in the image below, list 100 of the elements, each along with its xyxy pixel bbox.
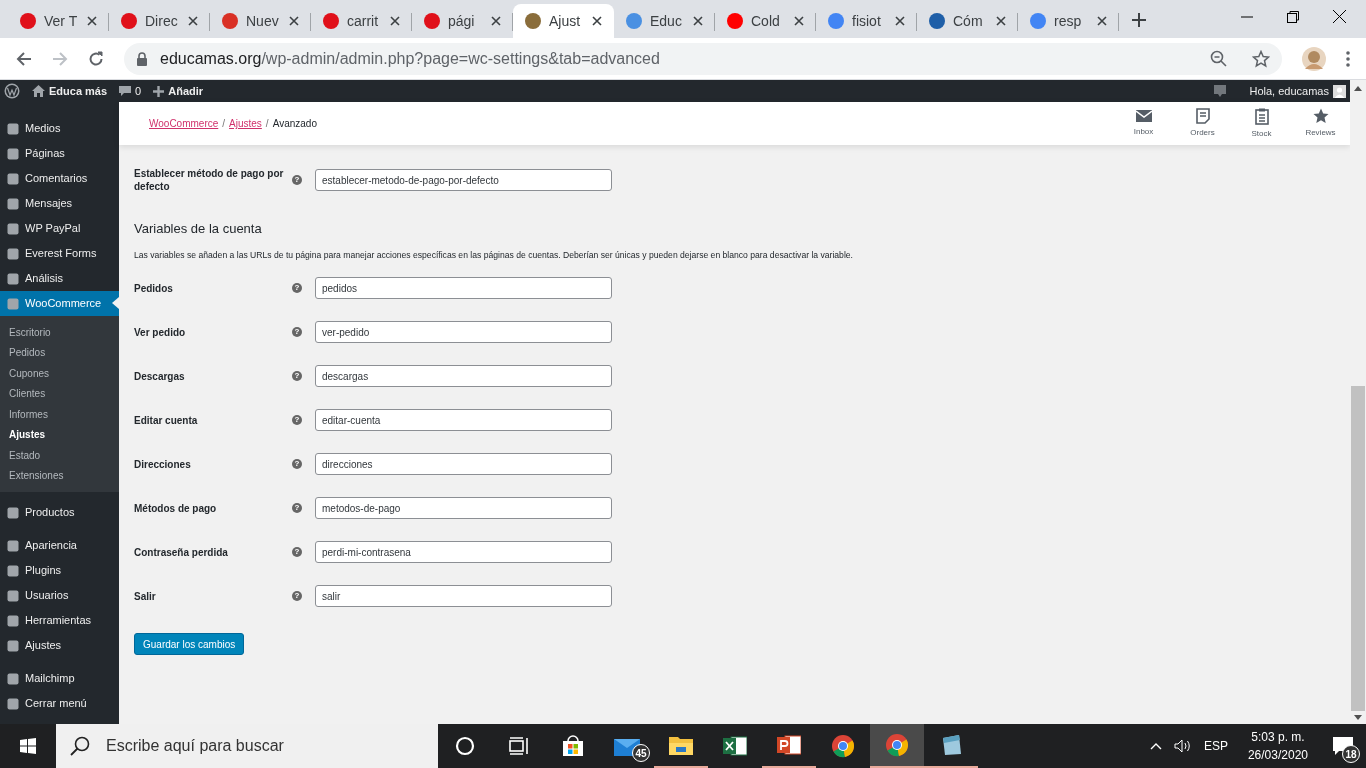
browser-tab[interactable]: Cóm [917, 4, 1018, 38]
header-action[interactable]: Stock [1232, 107, 1291, 140]
sidebar-item[interactable]: Apariencia [0, 533, 119, 558]
back-icon[interactable] [16, 50, 32, 67]
submenu-item[interactable]: Escritorio [0, 322, 119, 343]
store-bag-icon[interactable] [562, 735, 584, 757]
text-field[interactable]: editar-cuenta [315, 409, 612, 432]
browser-tab[interactable]: Cold [715, 4, 816, 38]
sidebar-item[interactable]: Páginas [0, 141, 119, 166]
help-tip[interactable]: ? [292, 415, 302, 426]
sidebar-item[interactable]: Usuarios [0, 583, 119, 608]
browser-tab[interactable]: Direc [109, 4, 210, 38]
close-icon[interactable] [693, 16, 703, 26]
new-tab-icon[interactable] [1131, 12, 1147, 28]
submenu-item[interactable]: Extensiones [0, 465, 119, 486]
browser-tab[interactable]: fisiot [816, 4, 917, 38]
close-icon[interactable] [390, 16, 400, 26]
presentation-icon[interactable] [777, 734, 801, 756]
folder-icon[interactable] [669, 735, 693, 755]
sidebar-item[interactable]: Mensajes [0, 191, 119, 216]
close-icon[interactable] [895, 16, 905, 26]
scroll-up-icon[interactable] [1354, 86, 1362, 91]
restore-icon[interactable] [1287, 10, 1299, 23]
notification-icon[interactable] [1213, 85, 1226, 97]
comments-link[interactable]: 0 [119, 82, 142, 100]
star-icon[interactable] [1252, 49, 1270, 68]
wordpress-logo-icon[interactable] [4, 83, 20, 99]
close-icon[interactable] [289, 16, 299, 26]
speaker-icon[interactable] [1173, 739, 1192, 753]
text-field[interactable]: metodos-de-pago [315, 497, 612, 520]
submenu-item[interactable]: Pedidos [0, 342, 119, 363]
sidebar-item[interactable]: Plugins [0, 558, 119, 583]
new-link[interactable]: Añadir [153, 82, 204, 100]
close-icon[interactable] [1333, 10, 1346, 23]
breadcrumb-link[interactable]: WooCommerce [149, 116, 219, 131]
chrome-icon[interactable] [831, 734, 855, 758]
header-action[interactable]: Inbox [1114, 109, 1173, 138]
address-bar[interactable]: educamas.org/wp-admin/admin.php?page=wc-settings&tab=advanced [124, 42, 1282, 75]
account-link[interactable]: Hola, educamas [1249, 82, 1346, 100]
close-icon[interactable] [794, 16, 804, 26]
close-icon[interactable] [491, 16, 501, 26]
text-field[interactable]: direcciones [315, 453, 612, 476]
text-field[interactable]: descargas [315, 365, 612, 388]
close-icon[interactable] [1097, 16, 1107, 26]
close-icon[interactable] [996, 16, 1006, 26]
submenu-item[interactable]: Clientes [0, 383, 119, 404]
help-tip[interactable]: ? [292, 327, 302, 338]
submenu-item[interactable]: Cupones [0, 363, 119, 384]
text-field[interactable]: perdi-mi-contrasena [315, 541, 612, 564]
more-icon[interactable] [1346, 50, 1350, 67]
browser-tab[interactable]: Ver T [8, 4, 109, 38]
text-field[interactable]: ver-pedido [315, 321, 612, 344]
submenu-item[interactable]: Ajustes [0, 424, 119, 445]
sidebar-item[interactable]: Cerrar menú [0, 691, 119, 716]
start-icon[interactable] [20, 738, 36, 754]
browser-tab[interactable]: Ajust [513, 4, 614, 38]
browser-tab[interactable]: carrit [311, 4, 412, 38]
scrollbar-thumb[interactable] [1351, 386, 1365, 711]
sidebar-item[interactable]: Everest Forms [0, 241, 119, 266]
help-tip[interactable]: ? [292, 547, 302, 558]
close-icon[interactable] [87, 16, 97, 26]
circle-icon[interactable] [455, 736, 475, 756]
browser-tab[interactable]: Nuev [210, 4, 311, 38]
sidebar-item[interactable]: WP PayPal [0, 216, 119, 241]
text-field[interactable]: establecer-metodo-de-pago-por-defecto [315, 169, 612, 191]
site-link[interactable]: Educa más [32, 82, 108, 100]
submenu-item[interactable]: Informes [0, 404, 119, 425]
text-field[interactable]: salir [315, 585, 612, 608]
sidebar-item[interactable]: Medios [0, 116, 119, 141]
close-icon[interactable] [188, 16, 198, 26]
reload-icon[interactable] [88, 50, 104, 67]
browser-tab[interactable]: resp [1018, 4, 1119, 38]
sidebar-item[interactable]: Herramientas [0, 608, 119, 633]
breadcrumb-link[interactable]: Ajustes [229, 116, 262, 131]
chrome-icon[interactable] [885, 733, 909, 757]
help-tip[interactable]: ? [292, 503, 302, 514]
help-tip[interactable]: ? [292, 371, 302, 382]
help-tip[interactable]: ? [292, 283, 302, 294]
submenu-item[interactable]: Estado [0, 445, 119, 466]
header-action[interactable]: Orders [1173, 108, 1232, 139]
header-action[interactable]: Reviews [1291, 108, 1350, 139]
sidebar-item[interactable]: WooCommerce [0, 291, 119, 316]
sidebar-item[interactable]: Análisis [0, 266, 119, 291]
sidebar-item[interactable]: Mailchimp [0, 666, 119, 691]
help-tip[interactable]: ? [292, 591, 302, 602]
browser-tab[interactable]: Educ [614, 4, 715, 38]
sidebar-item[interactable]: Productos [0, 500, 119, 525]
save-button[interactable]: Guardar los cambios [134, 633, 245, 656]
close-icon[interactable] [592, 16, 602, 26]
scroll-down-icon[interactable] [1354, 715, 1362, 720]
help-tip[interactable]: ? [292, 459, 302, 470]
language-indicator[interactable]: ESP [1203, 737, 1228, 755]
sidebar-item[interactable]: Comentarios [0, 166, 119, 191]
chevron-up-icon[interactable] [1149, 742, 1162, 750]
clock[interactable]: 5:03 p. m. 26/03/2020 [1247, 728, 1308, 764]
taskbar-search[interactable]: Escribe aquí para buscar [56, 724, 438, 768]
sidebar-item[interactable]: Ajustes [0, 633, 119, 658]
profile-avatar-icon[interactable] [1302, 46, 1326, 71]
zoom-out-icon[interactable] [1210, 49, 1228, 68]
task-view-icon[interactable] [509, 737, 529, 755]
